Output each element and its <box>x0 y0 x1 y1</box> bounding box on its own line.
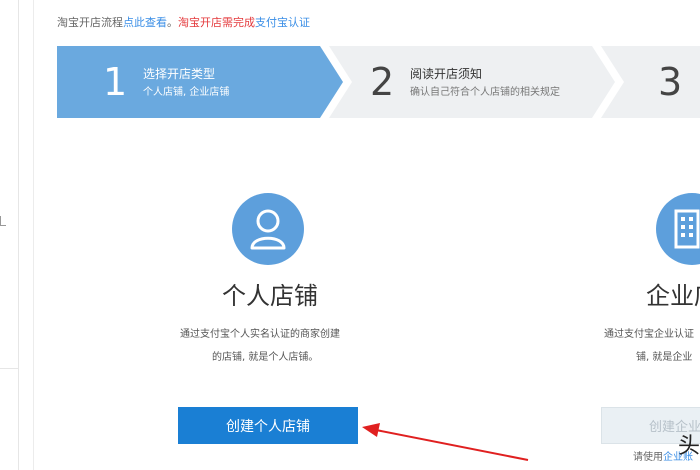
notice-separator: 。 <box>167 16 178 29</box>
step-3-number: 3 <box>658 60 683 104</box>
step-progress: 1 选择开店类型 个人店铺, 企业店铺 2 阅读开店须知 确认自己符合个人店铺的… <box>57 46 700 118</box>
alipay-auth-link[interactable]: 支付宝认证 <box>255 16 310 29</box>
step-2-number: 2 <box>370 60 395 104</box>
step-1-shape <box>57 46 343 118</box>
notice-warning: 淘宝开店需完成 <box>178 16 255 29</box>
personal-shop-desc-line2: 的店铺, 就是个人店铺。 <box>212 352 319 363</box>
step-2-subtitle: 确认自己符合个人店铺的相关规定 <box>410 87 560 98</box>
process-view-link[interactable]: 点此查看 <box>123 16 167 29</box>
sidebar-divider <box>0 368 19 369</box>
left-sidebar <box>0 0 19 470</box>
create-personal-shop-button[interactable]: 创建个人店铺 <box>178 407 358 444</box>
user-icon <box>232 193 304 265</box>
annotation-arrow-icon <box>362 423 529 461</box>
watermark: 头 <box>678 434 700 459</box>
notice-bar: 淘宝开店流程点此查看。淘宝开店需完成支付宝认证 <box>57 15 310 31</box>
enterprise-shop-desc-line1: 通过支付宝企业认证 <box>604 329 694 340</box>
step-1-subtitle: 个人店铺, 企业店铺 <box>143 87 230 98</box>
step-2-title: 阅读开店须知 <box>410 67 483 81</box>
personal-shop-title: 个人店铺 <box>222 282 318 310</box>
building-icon <box>656 193 700 265</box>
step-1-title: 选择开店类型 <box>143 67 216 81</box>
enterprise-shop-desc-line2: 铺, 就是企业 <box>636 352 693 363</box>
content-divider <box>33 0 34 470</box>
notice-text: 淘宝开店流程 <box>57 16 123 29</box>
step-1-number: 1 <box>103 60 128 104</box>
enterprise-shop-title: 企业店 <box>646 282 700 310</box>
sidebar-fragment-icon <box>0 216 6 226</box>
enterprise-tip-text: 请使用 <box>633 452 663 463</box>
step-3-shape <box>601 46 700 118</box>
personal-shop-desc-line1: 通过支付宝个人实名认证的商家创建 <box>180 329 340 340</box>
